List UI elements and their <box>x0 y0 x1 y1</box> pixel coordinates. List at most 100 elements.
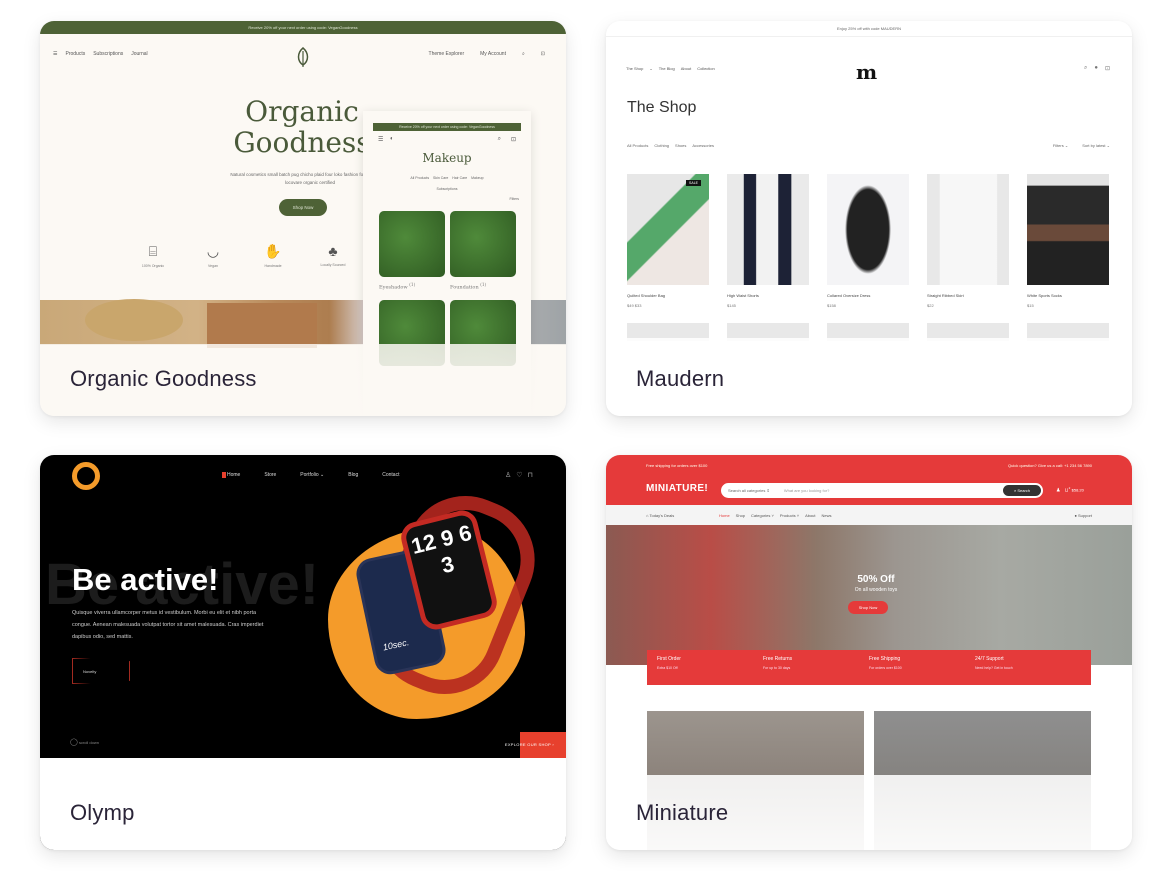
cart-icon: ⊡ <box>540 51 545 57</box>
category-link: Skin Care <box>432 176 449 180</box>
chevron-down-icon: ⌄ <box>649 66 653 71</box>
promo-bar: Receive 20% off your next order using co… <box>40 21 566 34</box>
scroll-indicator: ◯ scroll down <box>70 739 99 746</box>
product-image <box>927 174 1009 285</box>
user-icon: ♟ <box>1056 487 1061 494</box>
nav-item: Collection <box>697 66 715 71</box>
category-link: All Products <box>627 143 649 148</box>
category-link: Clothing <box>654 143 670 148</box>
explore-shop-link: EXPLORE OUR SHOP › <box>504 742 554 747</box>
hero-subtitle: On all wooden toys <box>854 587 898 593</box>
feature-item: 24/7 Support Need help? Get in touch <box>975 656 1013 670</box>
todays-deals-link: ⌂ Today's Deals <box>646 513 675 518</box>
nav-item: Journal <box>131 51 148 57</box>
vegan-bowl-icon: ◡ Vegan <box>200 243 226 268</box>
menu-item-home: Home <box>719 513 730 518</box>
feature-icons: ⌸ 100% Organic ◡ Vegan ✋ Handmade ♣ Locally … <box>140 243 346 268</box>
menu-bar: ⌂ Today's Deals Home Shop Categories ˅ P… <box>606 505 1132 525</box>
handmade-icon: ✋ Handmade <box>260 243 286 268</box>
feature-item: Free Shipping For orders over $100 <box>869 656 902 670</box>
product-card: Straight Ribbed Skirt $22 <box>927 174 1009 341</box>
theme-card-organic-goodness[interactable]: Receive 20% off your next order using co… <box>40 21 566 416</box>
product-count: (1) <box>480 282 487 287</box>
cart-total: $58.20 <box>1071 487 1084 493</box>
nav-item: About <box>680 66 692 71</box>
nav-item: Theme Explorer <box>428 51 465 57</box>
header: MINIATURE! Search all categories ⇕ What … <box>606 476 1132 505</box>
nav-item: The Shop <box>626 66 644 71</box>
main-nav: Home Store Portfolio ⌄ Blog Contact <box>222 472 399 478</box>
novelty-button: Novelty <box>72 658 130 684</box>
hero-text: Quisque viverra ullamcorper metus id ves… <box>72 610 264 640</box>
shop-now-button: Shop Now <box>848 601 888 614</box>
product-image <box>727 174 809 285</box>
product-price: $15 <box>1027 303 1034 308</box>
product-card: White Sports Socks $15 <box>1027 174 1109 341</box>
organic-icon: ⌸ 100% Organic <box>141 243 165 268</box>
nav-item: Subscriptions <box>93 51 124 57</box>
category-link: Accessories <box>692 143 714 148</box>
product-card: Collared Oversize Dress $158 <box>827 174 909 341</box>
watch-face: 12 9 6 3 <box>408 519 475 579</box>
category-link: Shoes <box>675 143 687 148</box>
mobile-page-title: Makeup <box>422 151 472 165</box>
product-price: $22 <box>927 303 934 308</box>
category-link: Subscriptions <box>436 187 458 191</box>
feature-label: Vegan <box>208 264 218 268</box>
theme-card-miniature[interactable]: Free shipping for orders over $100 Quick… <box>606 455 1132 850</box>
product-price: $145 <box>727 303 736 308</box>
product-card: SALE Quilted Shoulder Bag $49 $33 <box>627 174 709 341</box>
mobile-product-grid: Eyeshadow (1) Foundation (1) <box>379 211 531 366</box>
feature-label: Locally Sourced <box>320 263 346 267</box>
product-name: Foundation <box>450 284 479 291</box>
main-nav: The Shop ⌄ The Blog About Collection <box>626 66 715 71</box>
cart-count-badge: 2 <box>1068 486 1071 490</box>
menu-item: News <box>821 513 832 518</box>
heart-icon: ♡ <box>516 472 523 479</box>
theme-title: Olymp <box>70 800 135 825</box>
page-title: The Shop <box>627 99 697 116</box>
nav-item: Store <box>264 472 277 478</box>
hamburger-icon: ☰ <box>53 51 58 57</box>
product-card: Eyeshadow (1) <box>379 211 445 295</box>
filters-dropdown: Filters ⌄ <box>1052 143 1069 148</box>
product-name: Collared Oversize Dress <box>827 293 871 298</box>
product-image <box>379 211 445 277</box>
search-icon: ⌕ <box>1083 65 1088 71</box>
menu-item: Products ˅ <box>779 513 800 518</box>
product-name: High Waist Shorts <box>727 293 759 298</box>
cart-icon: ⊡ <box>510 137 516 143</box>
product-image: SALE <box>627 174 709 285</box>
category-filter: All Products Clothing Shoes Accessories <box>627 143 714 148</box>
ring-logo-icon <box>72 462 100 490</box>
theme-title: Maudern <box>636 366 725 391</box>
menu-item: About <box>805 513 816 518</box>
mouse-icon: ◯ <box>70 739 78 746</box>
product-image <box>450 211 516 277</box>
product-name: Eyeshadow <box>379 284 408 291</box>
nav-item: My Account <box>480 51 506 57</box>
product-count: (1) <box>409 282 416 287</box>
bag-icon: ⊓ <box>527 472 533 479</box>
plant-icon: ♣ Locally Sourced <box>320 243 346 267</box>
hero-title: Be active! <box>72 562 219 597</box>
hero-title: 50% Off <box>857 574 895 585</box>
theme-title: Organic Goodness <box>70 366 257 391</box>
theme-title: Miniature <box>636 800 729 825</box>
product-grid: SALE Quilted Shoulder Bag $49 $33 High W… <box>627 174 1109 341</box>
support-link: ● Support <box>1074 513 1092 518</box>
feature-label: Handmade <box>264 264 282 268</box>
hero-photo <box>606 525 1132 665</box>
header-icons: ♙ ♡ ⊓ <box>505 471 533 479</box>
category-link: Makeup <box>471 176 484 180</box>
sale-badge: SALE <box>686 180 701 186</box>
product-name: White Sports Socks <box>1027 293 1062 298</box>
search-input: What are you looking for? <box>783 488 830 493</box>
feature-strip: First Order Extra $10 Off Free Returns For… <box>647 650 1091 685</box>
theme-card-maudern[interactable]: Enjoy 25% off with code MAUDERN The Shop… <box>606 21 1132 416</box>
brand-logo: m <box>856 60 877 84</box>
watch-readout: 10sec. <box>381 637 410 653</box>
nav-item-home: Home <box>222 472 240 478</box>
theme-card-olymp[interactable]: Home Store Portfolio ⌄ Blog Contact ♙ ♡ … <box>40 455 566 850</box>
nav-item: The Blog <box>658 66 675 71</box>
